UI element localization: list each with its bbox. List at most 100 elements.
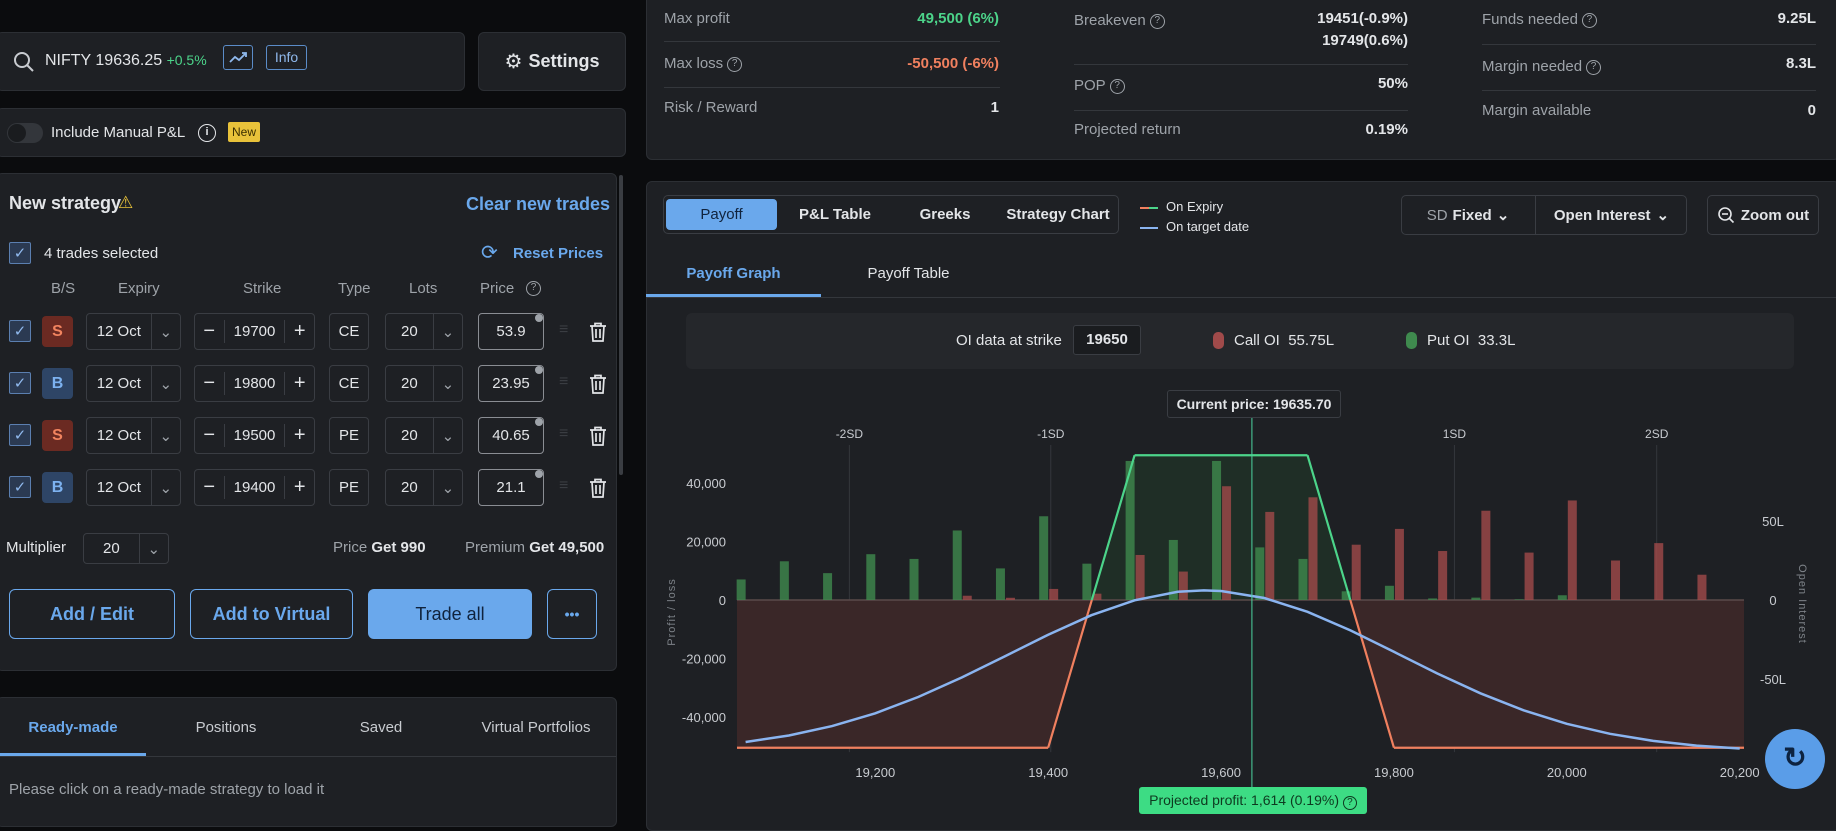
multiplier-select[interactable]: 20 ⌄ [83, 533, 169, 564]
chart-button[interactable] [223, 45, 253, 70]
help-icon[interactable]: ? [1342, 796, 1357, 810]
sd-select[interactable]: SD Fixed ⌄ [1401, 195, 1536, 235]
trade-checkbox[interactable]: ✓ [9, 372, 31, 394]
info-button[interactable]: Info [266, 45, 307, 70]
strike-value[interactable]: 19700 [225, 323, 285, 340]
option-type[interactable]: PE [329, 469, 369, 506]
trash-icon[interactable] [589, 426, 607, 446]
expiry-value: 12 Oct [96, 427, 141, 444]
strategy-title: New strategy [9, 193, 122, 213]
lots-value: 20 [401, 323, 418, 340]
increment-button[interactable]: + [284, 424, 314, 447]
increment-button[interactable]: + [284, 372, 314, 395]
call-oi-swatch [1213, 332, 1224, 349]
add-to-virtual-button[interactable]: Add to Virtual [190, 589, 353, 639]
refresh-button[interactable]: ↻ [1765, 729, 1825, 789]
loss-area [1350, 600, 1744, 748]
settings-button[interactable]: ⚙ Settings [478, 32, 626, 91]
drag-handle-icon[interactable]: ≡ [559, 425, 568, 443]
manual-pl-label: Include Manual P&L [51, 124, 186, 141]
help-icon[interactable]: ? [727, 56, 743, 72]
symbol-search-bar[interactable]: NIFTY 19636.25 +0.5% Info [0, 32, 465, 91]
put-oi-bar [909, 558, 919, 600]
put-oi-bar [823, 573, 833, 600]
more-options-button[interactable]: ••• [547, 589, 597, 639]
increment-button[interactable]: + [284, 476, 314, 499]
manual-pl-toggle[interactable] [7, 123, 43, 143]
tab-saved[interactable]: Saved [306, 714, 456, 740]
tab-ready-made[interactable]: Ready-made [0, 714, 146, 740]
info-icon[interactable]: i [198, 124, 216, 142]
drag-handle-icon[interactable]: ≡ [559, 321, 568, 339]
tab-virtual-portfolios[interactable]: Virtual Portfolios [456, 714, 616, 740]
add-edit-button[interactable]: Add / Edit [9, 589, 175, 639]
buy-sell-toggle[interactable]: S [42, 316, 73, 347]
lots-select[interactable]: 20 ⌄ [385, 313, 463, 350]
lots-select[interactable]: 20 ⌄ [385, 469, 463, 506]
buy-sell-toggle[interactable]: B [42, 472, 73, 503]
buy-sell-toggle[interactable]: S [42, 420, 73, 451]
help-icon[interactable]: ? [1581, 12, 1597, 28]
help-icon[interactable]: ? [1109, 78, 1125, 94]
select-all-checkbox[interactable]: ✓ [9, 242, 31, 264]
option-type[interactable]: CE [329, 365, 369, 402]
decrement-button[interactable]: − [195, 372, 225, 395]
lots-select[interactable]: 20 ⌄ [385, 365, 463, 402]
trash-icon[interactable] [589, 374, 607, 394]
reset-prices-link[interactable]: Reset Prices [513, 245, 603, 262]
expiry-select[interactable]: 12 Oct ⌄ [86, 469, 181, 506]
trade-all-button[interactable]: Trade all [368, 589, 532, 639]
max-loss-label: Max loss [664, 55, 724, 72]
decrement-button[interactable]: − [195, 320, 225, 343]
zoom-out-button[interactable]: Zoom out [1707, 195, 1819, 235]
option-type[interactable]: CE [329, 313, 369, 350]
trade-checkbox[interactable]: ✓ [9, 320, 31, 342]
subtab-payoff-graph[interactable]: Payoff Graph [646, 260, 821, 286]
tab-payoff[interactable]: Payoff [666, 199, 777, 230]
help-icon[interactable]: ? [526, 281, 541, 296]
drag-handle-icon[interactable]: ≡ [559, 373, 568, 391]
trash-icon[interactable] [589, 478, 607, 498]
tab-positions[interactable]: Positions [146, 714, 306, 740]
refresh-icon[interactable]: ⟳ [481, 240, 498, 265]
increment-button[interactable]: + [284, 320, 314, 343]
decrement-button[interactable]: − [195, 424, 225, 447]
strike-stepper: − 19800 + [194, 365, 315, 402]
expiry-select[interactable]: 12 Oct ⌄ [86, 365, 181, 402]
call-oi-value: 55.75L [1288, 332, 1335, 349]
trade-checkbox[interactable]: ✓ [9, 424, 31, 446]
lots-value: 20 [401, 375, 418, 392]
trade-checkbox[interactable]: ✓ [9, 476, 31, 498]
max-loss-value: -50,500 (-6%) [907, 55, 999, 72]
call-oi-bar [1351, 544, 1361, 600]
option-type[interactable]: PE [329, 417, 369, 454]
strike-value[interactable]: 19500 [225, 427, 285, 444]
expiry-select[interactable]: 12 Oct ⌄ [86, 417, 181, 454]
strike-stepper: − 19400 + [194, 469, 315, 506]
strike-value[interactable]: 19400 [225, 479, 285, 496]
tab-greeks[interactable]: Greeks [890, 199, 1000, 230]
buy-sell-toggle[interactable]: B [42, 368, 73, 399]
help-icon[interactable]: ? [1586, 59, 1602, 75]
trade-row: ✓ B 12 Oct ⌄ − 19400 + PE 20 ⌄ 21.1 ≡ [0, 469, 620, 506]
strike-value[interactable]: 19800 [225, 375, 285, 392]
subtab-payoff-table[interactable]: Payoff Table [821, 260, 996, 286]
decrement-button[interactable]: − [195, 476, 225, 499]
tab-p-l-table[interactable]: P&L Table [780, 199, 890, 230]
call-oi-bar [1567, 500, 1577, 600]
header-expiry: Expiry [118, 280, 160, 297]
clear-new-trades-link[interactable]: Clear new trades [466, 194, 610, 215]
help-icon[interactable]: ? [1149, 13, 1165, 29]
premium-label: Premium [465, 539, 526, 556]
trade-row: ✓ B 12 Oct ⌄ − 19800 + CE 20 ⌄ 23.95 ≡ [0, 365, 620, 402]
expiry-select[interactable]: 12 Oct ⌄ [86, 313, 181, 350]
open-interest-select[interactable]: Open Interest ⌄ [1536, 195, 1687, 235]
x-tick-label: 19,400 [1028, 765, 1068, 780]
sd-label: 1SD [1443, 427, 1467, 441]
lots-select[interactable]: 20 ⌄ [385, 417, 463, 454]
trash-icon[interactable] [589, 322, 607, 342]
tab-strategy-chart[interactable]: Strategy Chart [1000, 199, 1116, 230]
payoff-chart[interactable]: -2SD -1SD 1SD 2SD 19,200 19,400 19,600 19,800 20… [646, 370, 1836, 818]
drag-handle-icon[interactable]: ≡ [559, 477, 568, 495]
oi-strike-input[interactable]: 19650 [1073, 325, 1141, 355]
